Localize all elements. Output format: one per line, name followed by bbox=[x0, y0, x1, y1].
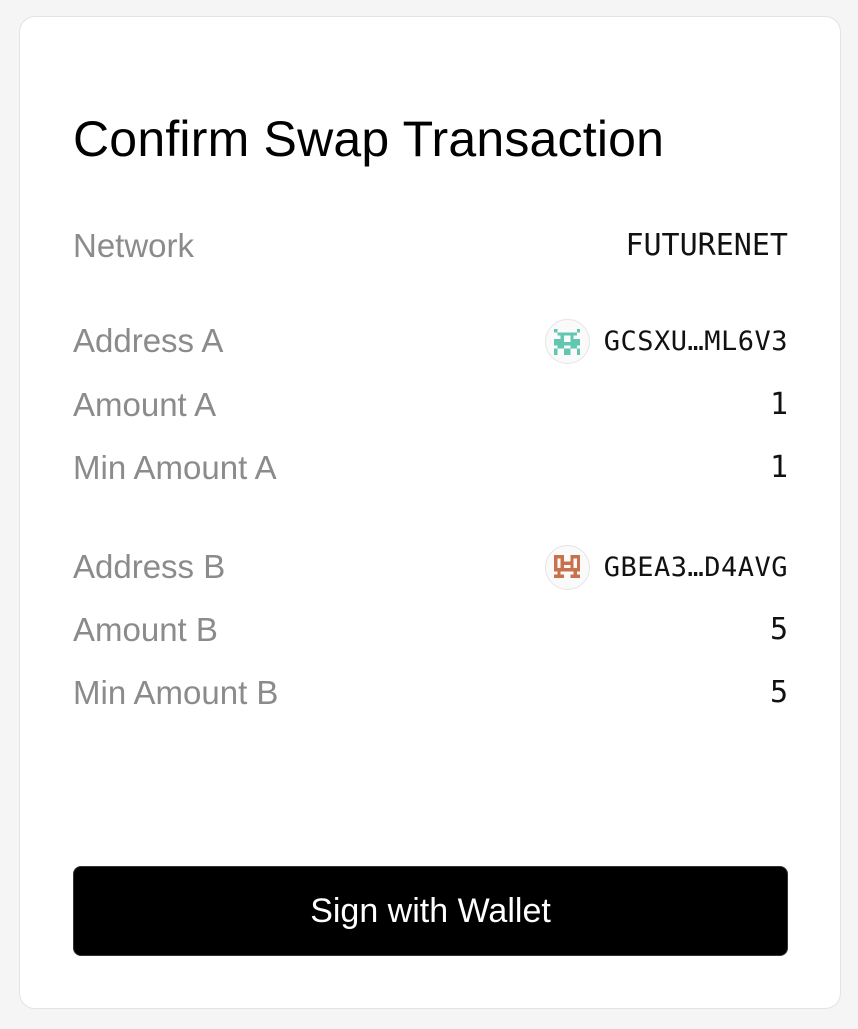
address-a-label: Address A bbox=[73, 322, 224, 359]
min-amount-a-label: Min Amount A bbox=[73, 449, 277, 486]
amount-a-value: 1 bbox=[769, 387, 788, 422]
address-b-text: GBEA3…D4AVG bbox=[603, 551, 788, 583]
network-row: Network FUTURENET bbox=[73, 224, 788, 268]
identicon-b-icon bbox=[544, 545, 590, 590]
sign-with-wallet-button[interactable]: Sign with Wallet bbox=[73, 866, 788, 956]
address-a-row: Address A GCSXU…ML6V3 bbox=[73, 319, 788, 364]
amount-b-value: 5 bbox=[769, 612, 788, 647]
address-b-label: Address B bbox=[73, 548, 226, 585]
amount-a-label: Amount A bbox=[73, 386, 217, 423]
min-amount-b-label: Min Amount B bbox=[73, 674, 279, 711]
address-b-value[interactable]: GBEA3…D4AVG bbox=[544, 545, 788, 590]
confirm-swap-card: Confirm Swap Transaction Network FUTUREN… bbox=[19, 16, 841, 1009]
address-a-value[interactable]: GCSXU…ML6V3 bbox=[544, 319, 788, 364]
identicon-a-icon bbox=[544, 319, 590, 364]
min-amount-b-value: 5 bbox=[769, 675, 788, 710]
network-label: Network bbox=[73, 227, 195, 264]
network-value: FUTURENET bbox=[625, 228, 788, 263]
min-amount-a-row: Min Amount A 1 bbox=[73, 446, 788, 490]
amount-b-label: Amount B bbox=[73, 611, 218, 648]
min-amount-b-row: Min Amount B 5 bbox=[73, 671, 788, 715]
address-a-text: GCSXU…ML6V3 bbox=[603, 325, 788, 357]
min-amount-a-value: 1 bbox=[769, 450, 788, 485]
address-b-row: Address B GBEA3…D4AVG bbox=[73, 545, 788, 590]
amount-b-row: Amount B 5 bbox=[73, 608, 788, 652]
amount-a-row: Amount A 1 bbox=[73, 383, 788, 427]
dialog-title: Confirm Swap Transaction bbox=[73, 111, 665, 167]
